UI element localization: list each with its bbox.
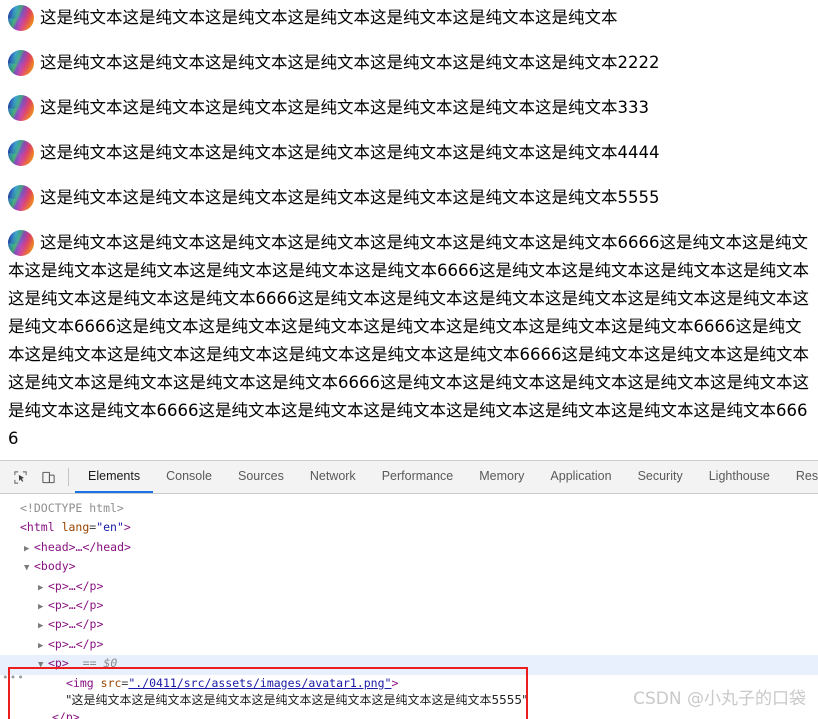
row-overflow-dots-icon[interactable]: ••• <box>2 669 25 686</box>
paragraph-text: 这是纯文本这是纯文本这是纯文本这是纯文本这是纯文本这是纯文本这是纯文本4444 <box>40 143 660 162</box>
browser-page-content: 这是纯文本这是纯文本这是纯文本这是纯文本这是纯文本这是纯文本这是纯文本 这是纯文… <box>0 0 818 460</box>
tab-console[interactable]: Console <box>153 461 225 493</box>
avatar-image <box>8 94 34 121</box>
p-collapsed-text: <p>…</p> <box>48 598 104 613</box>
avatar-image <box>8 184 34 211</box>
expand-triangle-expanded-icon[interactable]: ▼ <box>24 560 34 577</box>
tab-application[interactable]: Application <box>537 461 624 493</box>
avatar-image <box>8 139 34 166</box>
paragraph-text: 这是纯文本这是纯文本这是纯文本这是纯文本这是纯文本这是纯文本这是纯文本333 <box>40 98 649 117</box>
tab-network[interactable]: Network <box>297 461 369 493</box>
img-src-attr-name: src <box>100 675 122 690</box>
img-src-attr-value[interactable]: "./0411/src/assets/images/avatar1.png" <box>128 676 391 690</box>
avatar-image <box>8 49 34 76</box>
avatar-image <box>8 229 34 256</box>
tab-lighthouse[interactable]: Lighthouse <box>696 461 783 493</box>
tab-performance[interactable]: Performance <box>369 461 467 493</box>
expand-triangle-expanded-icon[interactable]: ▼ <box>38 657 48 674</box>
device-toolbar-icon[interactable] <box>34 461 62 493</box>
dom-row-p-collapsed[interactable]: ▶ <p>…</p> <box>0 597 818 616</box>
text-paragraph-long: 这是纯文本这是纯文本这是纯文本这是纯文本这是纯文本这是纯文本这是纯文本6666这… <box>8 228 810 452</box>
html-close-bracket: > <box>123 520 131 535</box>
expand-triangle-collapsed-icon[interactable]: ▶ <box>38 580 48 597</box>
text-paragraph: 这是纯文本这是纯文本这是纯文本这是纯文本这是纯文本这是纯文本这是纯文本333 <box>8 93 810 121</box>
dom-row-body[interactable]: ▼ <body> <box>0 558 818 577</box>
img-close-bracket: > <box>391 675 399 690</box>
toolbar-divider <box>68 468 69 486</box>
body-row-text: <body> <box>34 559 76 574</box>
devtools-panel: Elements Console Sources Network Perform… <box>0 460 818 719</box>
paragraph-text: 这是纯文本这是纯文本这是纯文本这是纯文本这是纯文本这是纯文本这是纯文本5555 <box>40 188 660 207</box>
inspect-element-icon[interactable] <box>6 461 34 493</box>
p-collapsed-text: <p>…</p> <box>48 636 104 651</box>
head-row-text: <head>…</head> <box>34 539 131 554</box>
text-node-value: "这是纯文本这是纯文本这是纯文本这是纯文本这是纯文本这是纯文本这是纯文本5555… <box>66 693 528 708</box>
avatar-image <box>8 4 34 31</box>
tab-memory[interactable]: Memory <box>466 461 537 493</box>
dom-row-p-collapsed[interactable]: ▶ <p>…</p> <box>0 578 818 597</box>
expand-triangle-collapsed-icon[interactable]: ▶ <box>24 541 34 558</box>
selected-node-marker: == $0 <box>82 656 118 671</box>
dom-row-img[interactable]: <img src="./0411/src/assets/images/avata… <box>0 675 818 692</box>
expand-triangle-collapsed-icon[interactable]: ▶ <box>38 618 48 635</box>
doctype-text: <!DOCTYPE html> <box>20 501 124 515</box>
dom-tree[interactable]: ▶<!DOCTYPE html> ▶<html lang="en"> ▶<hea… <box>0 494 818 719</box>
dom-row-p-collapsed[interactable]: ▶ <p>…</p> <box>0 616 818 635</box>
text-paragraph: 这是纯文本这是纯文本这是纯文本这是纯文本这是纯文本这是纯文本这是纯文本5555 <box>8 183 810 211</box>
html-lang-attr-name: lang <box>61 520 90 535</box>
dom-row-p-selected[interactable]: ▼ <p> == $0 <box>0 655 818 675</box>
dom-row-p-close: </p> <box>0 709 818 719</box>
dom-row-textnode[interactable]: "这是纯文本这是纯文本这是纯文本这是纯文本这是纯文本这是纯文本这是纯文本5555… <box>0 692 818 709</box>
img-open-tag: <img <box>66 675 94 690</box>
p-collapsed-text: <p>…</p> <box>48 617 104 632</box>
html-lang-attr-value: "en" <box>96 520 124 535</box>
paragraph-text: 这是纯文本这是纯文本这是纯文本这是纯文本这是纯文本这是纯文本这是纯文本6666这… <box>8 233 809 448</box>
devtools-toolbar: Elements Console Sources Network Perform… <box>0 461 818 494</box>
paragraph-text: 这是纯文本这是纯文本这是纯文本这是纯文本这是纯文本这是纯文本这是纯文本 <box>40 8 618 27</box>
tab-security[interactable]: Security <box>625 461 696 493</box>
p-close-tag: </p> <box>52 710 80 719</box>
text-paragraph: 这是纯文本这是纯文本这是纯文本这是纯文本这是纯文本这是纯文本这是纯文本4444 <box>8 138 810 166</box>
tab-resources-saver[interactable]: ResourcesSav <box>783 461 818 493</box>
p-collapsed-text: <p>…</p> <box>48 578 104 593</box>
dom-row-doctype: ▶<!DOCTYPE html> <box>0 500 818 519</box>
tab-sources[interactable]: Sources <box>225 461 297 493</box>
selected-p-open-tag: <p> <box>48 656 69 671</box>
expand-triangle-collapsed-icon[interactable]: ▶ <box>38 638 48 655</box>
devtools-tab-bar: Elements Console Sources Network Perform… <box>75 461 818 493</box>
html-open-tag: <html <box>20 520 55 535</box>
dom-row-head[interactable]: ▶ <head>…</head> <box>0 539 818 558</box>
expand-triangle-collapsed-icon[interactable]: ▶ <box>38 599 48 616</box>
text-paragraph: 这是纯文本这是纯文本这是纯文本这是纯文本这是纯文本这是纯文本这是纯文本 <box>8 3 810 31</box>
text-paragraph: 这是纯文本这是纯文本这是纯文本这是纯文本这是纯文本这是纯文本这是纯文本2222 <box>8 48 810 76</box>
dom-row-html[interactable]: ▶<html lang="en"> <box>0 519 818 538</box>
dom-row-p-collapsed[interactable]: ▶ <p>…</p> <box>0 636 818 655</box>
paragraph-text: 这是纯文本这是纯文本这是纯文本这是纯文本这是纯文本这是纯文本这是纯文本2222 <box>40 53 660 72</box>
tab-elements[interactable]: Elements <box>75 461 154 493</box>
